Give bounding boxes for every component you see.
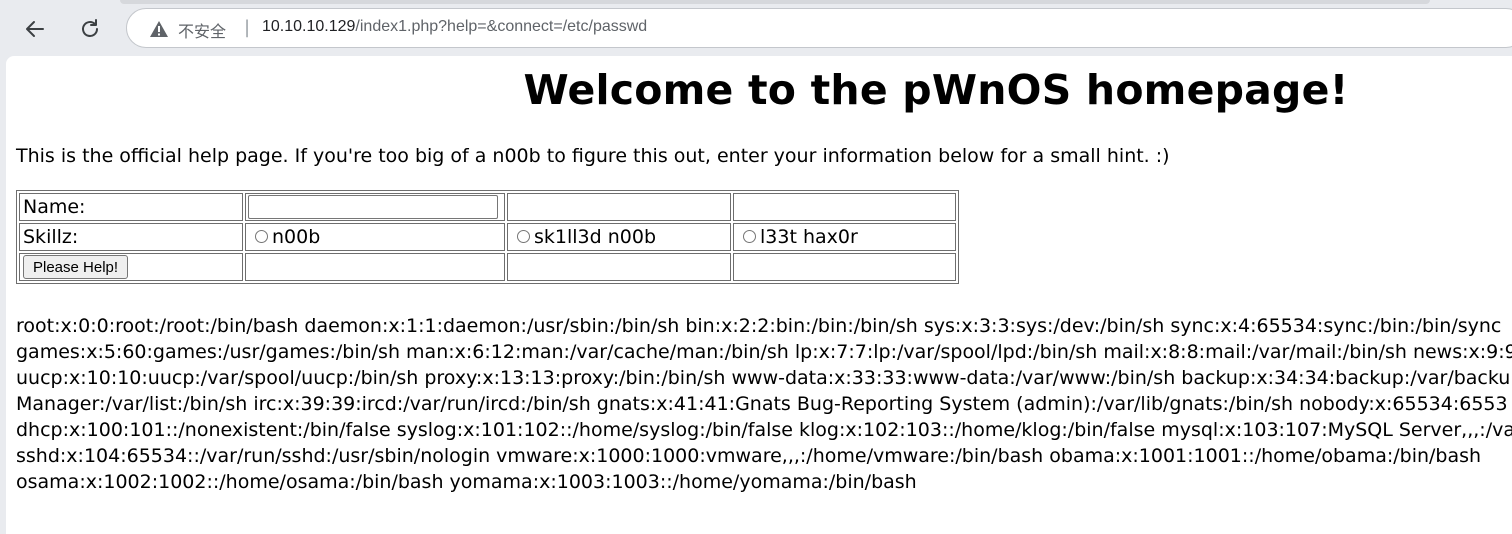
output-line: osama:x:1002:1002::/home/osama:/bin/bash… bbox=[16, 471, 917, 493]
security-status-label[interactable]: 不安全 bbox=[178, 18, 226, 42]
radio-button-n00b[interactable] bbox=[255, 230, 268, 243]
name-input[interactable] bbox=[248, 195, 498, 220]
output-line: root:x:0:0:root:/root:/bin/bash daemon:x… bbox=[16, 315, 1502, 337]
submit-cell: Please Help! bbox=[19, 253, 243, 281]
skill-option-label: n00b bbox=[272, 226, 321, 248]
passwd-output: root:x:0:0:root:/root:/bin/bash daemon:x… bbox=[16, 313, 1512, 495]
empty-cell bbox=[733, 253, 956, 281]
url-host[interactable]: 10.10.10.129 bbox=[262, 18, 355, 35]
please-help-button[interactable]: Please Help! bbox=[23, 255, 129, 280]
help-form-table: Name: Skillz: n00b sk1ll3d n00b l33t hax… bbox=[16, 190, 959, 284]
output-line: Manager:/var/list:/bin/sh irc:x:39:39:ir… bbox=[16, 393, 1508, 415]
back-arrow-icon bbox=[26, 21, 44, 37]
skill-row: Skillz: n00b sk1ll3d n00b l33t hax0r bbox=[19, 223, 956, 251]
empty-cell bbox=[245, 253, 505, 281]
reload-icon bbox=[82, 19, 98, 37]
address-separator: | bbox=[244, 17, 251, 38]
empty-cell bbox=[507, 193, 731, 221]
name-input-cell bbox=[245, 193, 505, 221]
skill-option-l33t-hax0r[interactable]: l33t hax0r bbox=[733, 223, 956, 251]
skill-option-n00b[interactable]: n00b bbox=[245, 223, 505, 251]
browser-toolbar: 不安全 | 10.10.10.129/index1.php?help=&conn… bbox=[0, 0, 1512, 56]
url-text[interactable]: 10.10.10.129/index1.php?help=&connect=/e… bbox=[262, 18, 647, 36]
output-line: games:x:5:60:games:/usr/games:/bin/sh ma… bbox=[16, 341, 1512, 363]
empty-cell bbox=[733, 193, 956, 221]
page-title: Welcome to the pWnOS homepage! bbox=[523, 66, 1349, 114]
empty-cell bbox=[507, 253, 731, 281]
url-path[interactable]: /index1.php?help=&connect=/etc/passwd bbox=[355, 18, 647, 35]
tab-strip-edge bbox=[120, 0, 1430, 4]
skill-option-label: l33t hax0r bbox=[760, 226, 858, 248]
name-label: Name: bbox=[19, 193, 243, 221]
submit-row: Please Help! bbox=[19, 253, 956, 281]
back-button[interactable] bbox=[18, 12, 52, 46]
warning-triangle-icon[interactable] bbox=[149, 20, 169, 38]
page-content: Welcome to the pWnOS homepage! This is t… bbox=[6, 56, 1512, 534]
output-line: dhcp:x:100:101::/nonexistent:/bin/false … bbox=[16, 419, 1512, 441]
skill-option-skilled-n00b[interactable]: sk1ll3d n00b bbox=[507, 223, 731, 251]
output-line: sshd:x:104:65534::/var/run/sshd:/usr/sbi… bbox=[16, 445, 1482, 467]
radio-button-skilled-n00b[interactable] bbox=[517, 230, 530, 243]
radio-button-l33t-hax0r[interactable] bbox=[743, 230, 756, 243]
skill-option-label: sk1ll3d n00b bbox=[534, 226, 657, 248]
address-bar[interactable]: 不安全 | 10.10.10.129/index1.php?help=&conn… bbox=[126, 8, 1512, 48]
name-row: Name: bbox=[19, 193, 956, 221]
skill-label: Skillz: bbox=[19, 223, 243, 251]
output-line: uucp:x:10:10:uucp:/var/spool/uucp:/bin/s… bbox=[16, 367, 1512, 389]
intro-text: This is the official help page. If you'r… bbox=[16, 145, 1170, 167]
reload-button[interactable] bbox=[73, 12, 107, 46]
